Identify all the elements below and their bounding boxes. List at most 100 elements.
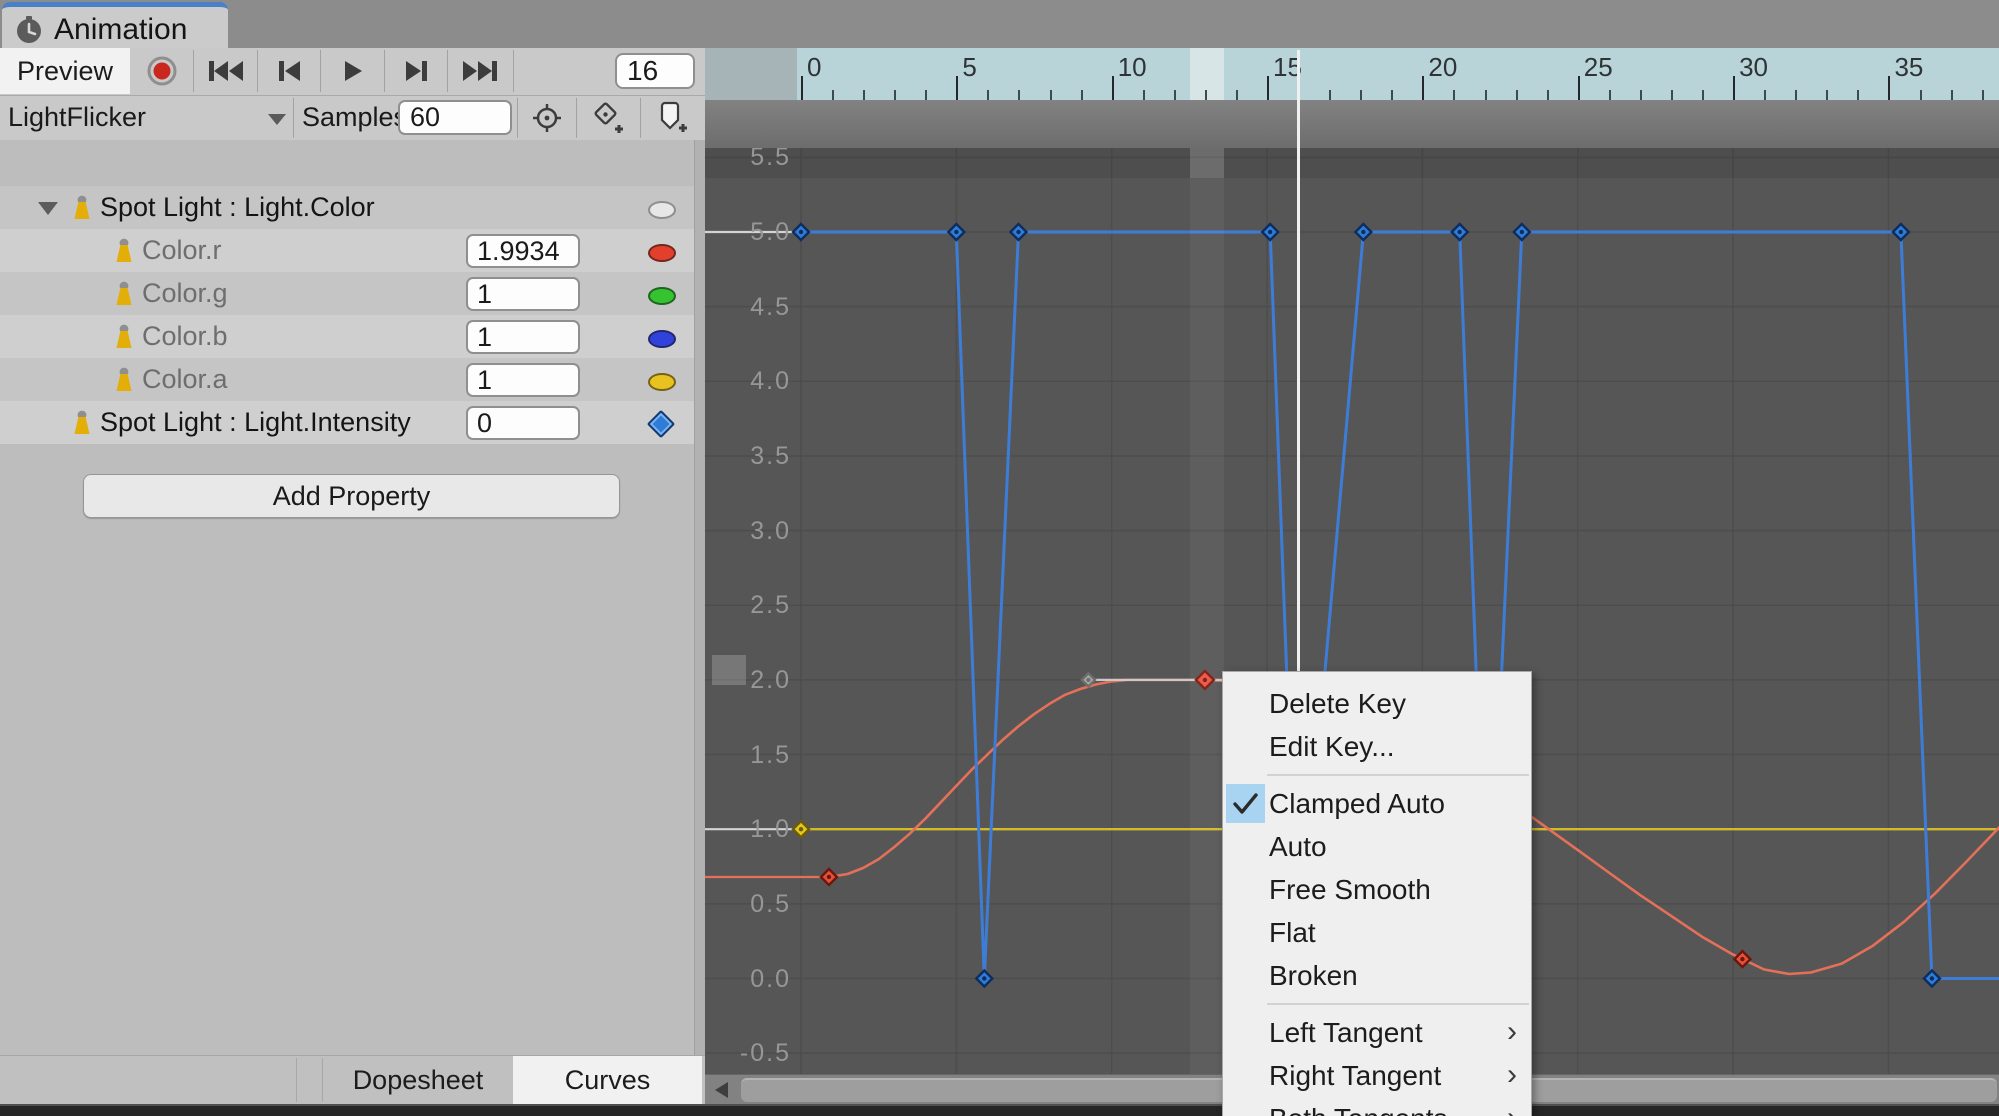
menu-item-flat[interactable]: Flat xyxy=(1223,911,1531,954)
add-keyframe-button[interactable] xyxy=(577,96,640,139)
curve-color-chip xyxy=(648,287,676,305)
clip-name-label: LightFlicker xyxy=(8,102,146,133)
keyframe-blue-center xyxy=(1268,230,1272,234)
menu-item-broken[interactable]: Broken xyxy=(1223,954,1531,997)
ruler-highlight-band xyxy=(1190,48,1224,100)
ruler-minor-tick xyxy=(1547,90,1549,100)
menu-item-free-smooth[interactable]: Free Smooth xyxy=(1223,868,1531,911)
menu-item-edit-key[interactable]: Edit Key... xyxy=(1223,725,1531,768)
keyframe-blue-center xyxy=(799,230,803,234)
next-frame-button[interactable] xyxy=(386,48,447,94)
property-row[interactable]: Color.g1 xyxy=(0,272,694,315)
previous-frame-icon xyxy=(275,58,303,84)
property-value-field[interactable]: 1 xyxy=(466,320,580,354)
property-row[interactable]: Spot Light : Light.Intensity 0 xyxy=(0,401,694,444)
foldout-arrow-icon[interactable] xyxy=(38,202,58,215)
value-axis-label: 1.0 xyxy=(705,815,791,844)
property-label: Color.b xyxy=(142,315,228,358)
property-label: Spot Light : Light.Intensity xyxy=(100,401,411,444)
ruler-minor-tick xyxy=(1702,90,1704,100)
keyframe-blue-center xyxy=(1361,230,1365,234)
menu-item-label: Flat xyxy=(1269,917,1316,949)
highlight-marker xyxy=(1190,148,1224,178)
add-property-button[interactable]: Add Property xyxy=(83,474,620,518)
preview-label: Preview xyxy=(17,56,113,87)
value-axis-label: 2.0 xyxy=(705,666,791,695)
tab-curves[interactable]: Curves xyxy=(513,1056,702,1104)
previous-frame-button[interactable] xyxy=(258,48,320,94)
ruler-minor-tick xyxy=(832,90,834,100)
ruler-major-tick xyxy=(1578,76,1580,100)
ruler-minor-tick xyxy=(1391,90,1393,100)
animation-toolbar: Preview xyxy=(0,48,705,96)
ruler-tick-label: 25 xyxy=(1584,52,1613,83)
add-event-button[interactable] xyxy=(641,96,705,139)
scroll-left-icon[interactable] xyxy=(715,1082,728,1098)
menu-item-delete-key[interactable]: Delete Key xyxy=(1223,682,1531,725)
ruler-minor-tick xyxy=(1671,90,1673,100)
mode-tab-bar: Dopesheet Curves xyxy=(0,1055,705,1104)
property-value-field[interactable]: 1 xyxy=(466,277,580,311)
property-row[interactable]: Spot Light : Light.Color xyxy=(0,186,694,229)
ruler-minor-tick xyxy=(1982,90,1984,100)
property-label: Spot Light : Light.Color xyxy=(100,186,375,229)
property-row[interactable]: Color.b 1 xyxy=(0,315,694,358)
curve-top-strip xyxy=(705,148,1999,178)
skip-to-end-button[interactable] xyxy=(449,48,511,94)
value-axis-label: 0.5 xyxy=(705,890,791,919)
menu-item-clamped-auto[interactable]: Clamped Auto xyxy=(1223,782,1531,825)
ruler-minor-tick xyxy=(1143,90,1145,100)
value-axis-label: 1.5 xyxy=(705,741,791,770)
ruler-minor-tick xyxy=(1453,90,1455,100)
submenu-chevron-icon: › xyxy=(1507,1058,1517,1092)
property-panel: Spot Light : Light.Color Color.r1.9934 C… xyxy=(0,140,694,1055)
ruler-tick-label: 20 xyxy=(1428,52,1457,83)
keyframe-red-center xyxy=(827,875,831,879)
menu-item-label: Both Tangents xyxy=(1269,1103,1448,1116)
skip-to-start-icon xyxy=(206,58,246,84)
tab-dopesheet[interactable]: Dopesheet xyxy=(323,1056,513,1104)
skip-to-end-icon xyxy=(460,58,500,84)
menu-item-label: Free Smooth xyxy=(1269,874,1431,906)
ruler-major-tick xyxy=(956,76,958,100)
next-frame-icon xyxy=(403,58,431,84)
ruler-tick-label: 10 xyxy=(1118,52,1147,83)
menu-separator xyxy=(1267,1003,1529,1005)
keyframe-blue-center xyxy=(954,230,958,234)
property-value-field[interactable]: 1 xyxy=(466,363,580,397)
light-icon xyxy=(112,367,136,393)
property-row[interactable]: Color.a1 xyxy=(0,358,694,401)
checkmark-icon xyxy=(1226,784,1265,823)
window-top-strip xyxy=(0,0,1999,48)
menu-item-label: Broken xyxy=(1269,960,1358,992)
menu-item-auto[interactable]: Auto xyxy=(1223,825,1531,868)
ruler-major-tick xyxy=(1733,76,1735,100)
property-value-field[interactable]: 1.9934 xyxy=(466,234,580,268)
filter-curves-button[interactable] xyxy=(518,96,576,139)
timeline-ruler[interactable]: 05101520253035 xyxy=(705,48,1999,102)
ruler-major-tick xyxy=(1112,76,1114,100)
light-icon xyxy=(70,410,94,436)
menu-item-right-tangent[interactable]: Right Tangent › xyxy=(1223,1054,1531,1097)
property-value-field[interactable]: 0 xyxy=(466,406,580,440)
skip-to-start-button[interactable] xyxy=(195,48,257,94)
menu-item-left-tangent[interactable]: Left Tangent› xyxy=(1223,1011,1531,1054)
keyframe-blue-center xyxy=(982,976,986,980)
context-menu: Delete KeyEdit Key... Clamped AutoAuto Fr… xyxy=(1222,671,1532,1116)
tab-animation[interactable]: Animation xyxy=(2,2,228,53)
value-axis-label: 5.0 xyxy=(705,218,791,247)
play-button[interactable] xyxy=(322,48,384,94)
ruler-minor-tick xyxy=(1826,90,1828,100)
menu-item-label: Left Tangent xyxy=(1269,1017,1423,1049)
record-button[interactable] xyxy=(131,48,192,94)
ruler-minor-tick xyxy=(1920,90,1922,100)
samples-field[interactable]: 60 xyxy=(398,100,512,135)
light-icon xyxy=(70,195,94,221)
current-frame-field[interactable]: 16 xyxy=(615,53,695,89)
menu-item-label: Right Tangent xyxy=(1269,1060,1441,1092)
property-row[interactable]: Color.r1.9934 xyxy=(0,229,694,272)
menu-item-both-tangents[interactable]: Both Tangents› xyxy=(1223,1097,1531,1116)
clip-dropdown[interactable]: LightFlicker xyxy=(8,96,292,139)
curve-color-chip xyxy=(648,244,676,262)
preview-button[interactable]: Preview xyxy=(0,48,130,94)
